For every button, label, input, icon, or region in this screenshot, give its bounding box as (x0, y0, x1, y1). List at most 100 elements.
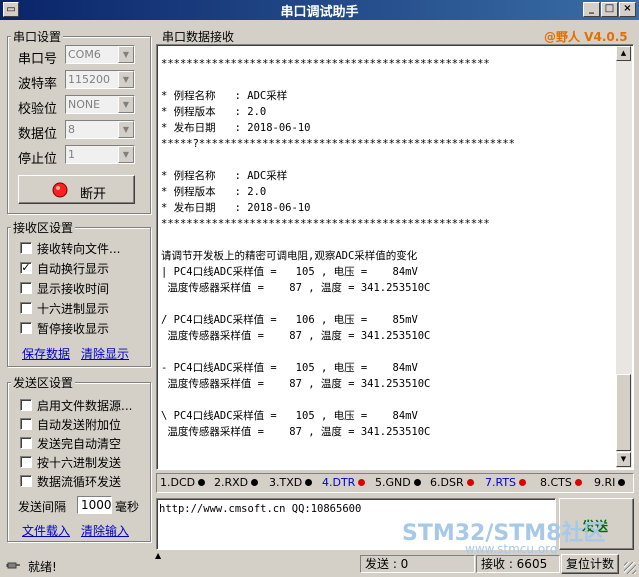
signal-dot-icon (519, 479, 527, 486)
title-bar[interactable]: ▭ 串口调试助手 _ □ × (0, 0, 639, 20)
receive-line: 温度传感器采样值 = 87 , 温度 = 341.253510C (161, 378, 431, 390)
receive-line: * 发布日期 : 2018-06-10 (161, 202, 311, 214)
receive-line: 温度传感器采样值 = 87 , 温度 = 341.253510C (161, 282, 431, 294)
watermark-url: www.stmcu.org (465, 542, 558, 556)
receive-scrollbar[interactable]: ▲ ▼ (616, 46, 632, 468)
clear-display-link[interactable]: 清除显示 (81, 345, 129, 362)
disconnect-label: 断开 (80, 187, 107, 202)
signal-label: 4.DTR (322, 476, 356, 489)
auto-clear-label: 发送完自动清空 (37, 437, 122, 451)
signal-dot-icon (413, 479, 421, 486)
receive-line: * 发布日期 : 2018-06-10 (161, 122, 311, 134)
loop-send-checkbox[interactable] (20, 475, 32, 487)
receive-line: 温度传感器采样值 = 87 , 温度 = 341.253510C (161, 330, 431, 342)
scroll-down-icon[interactable]: ▼ (616, 452, 631, 467)
signal-dot-icon (574, 479, 582, 486)
signal-label: 5.GND (375, 476, 411, 489)
receive-text-area[interactable]: ****************************************… (156, 44, 634, 470)
port-select[interactable]: COM6 ▼ (65, 45, 135, 64)
pause-display-label: 暂停接收显示 (37, 322, 110, 336)
received-count: 接收 : 6605 (476, 555, 560, 573)
receive-line: / PC4口线ADC采样值 = 106 , 电压 = 85mV (161, 314, 418, 326)
parity-label: 校验位 (18, 102, 58, 117)
stop-bits-label: 停止位 (18, 152, 58, 167)
receive-line: 请调节开发板上的精密可调电阻,观察ADC采样值的变化 (161, 250, 418, 262)
close-button[interactable]: × (619, 2, 636, 17)
pause-display-checkbox[interactable] (20, 322, 32, 334)
receive-to-file-checkbox[interactable] (20, 242, 32, 254)
receive-line: *****?**********************************… (161, 138, 516, 150)
clear-input-link[interactable]: 清除输入 (81, 522, 129, 539)
hex-display-checkbox[interactable] (20, 302, 32, 314)
send-text: http://www.cmsoft.cn QQ:10865600 (159, 503, 362, 515)
parity-select[interactable]: NONE ▼ (65, 95, 135, 114)
chevron-down-icon[interactable]: ▼ (118, 71, 134, 88)
signal-label: 9.RI (594, 476, 616, 489)
chevron-down-icon[interactable]: ▼ (118, 46, 134, 63)
signal-3-txd: 3.TXD (269, 476, 313, 489)
port-open-indicator-icon (52, 182, 68, 198)
receive-line: * 例程名称 : ADC采样 (161, 170, 288, 182)
signal-dot-icon (358, 479, 366, 486)
baud-select[interactable]: 115200 ▼ (65, 70, 135, 89)
send-interval-label: 发送间隔 (18, 500, 67, 514)
maximize-button[interactable]: □ (601, 2, 618, 17)
receive-line: \ PC4口线ADC采样值 = 105 , 电压 = 84mV (161, 410, 418, 422)
hex-send-label: 按十六进制发送 (37, 456, 122, 470)
auto-append-checkbox[interactable] (20, 418, 32, 430)
scroll-up-icon[interactable]: ▲ (616, 46, 631, 61)
signal-1-dcd: 1.DCD (160, 476, 206, 489)
data-bits-label: 数据位 (18, 127, 58, 142)
signal-2-rxd: 2.RXD (214, 476, 259, 489)
serial-settings-label: 串口设置 (11, 28, 64, 45)
window-title: 串口调试助手 (280, 5, 359, 20)
auto-wrap-label: 自动换行显示 (37, 262, 110, 276)
file-source-checkbox[interactable] (20, 399, 32, 411)
port-label: 串口号 (18, 52, 58, 67)
signal-label: 1.DCD (160, 476, 196, 489)
signal-label: 7.RTS (485, 476, 517, 489)
auto-clear-checkbox[interactable] (20, 437, 32, 449)
loop-send-label: 数据流循环发送 (37, 475, 122, 489)
receive-line: 温度传感器采样值 = 87 , 温度 = 341.253510C (161, 426, 431, 438)
hex-send-checkbox[interactable] (20, 456, 32, 468)
receive-line: * 例程名称 : ADC采样 (161, 90, 288, 102)
brand-label: @野人 V4.0.5 (544, 30, 628, 44)
receive-line: * 例程版本 : 2.0 (161, 186, 267, 198)
signal-6-dsr: 6.DSR (430, 476, 474, 489)
chevron-down-icon[interactable]: ▼ (118, 146, 134, 163)
show-receive-time-checkbox[interactable] (20, 282, 32, 294)
receive-to-file-label: 接收转向文件... (37, 242, 121, 256)
data-bits-select[interactable]: 8 ▼ (65, 120, 135, 139)
load-file-link[interactable]: 文件载入 (22, 522, 70, 539)
resize-grip-icon[interactable] (624, 562, 636, 574)
signal-label: 2.RXD (214, 476, 249, 489)
signal-4-dtr: 4.DTR (322, 476, 366, 489)
signal-dot-icon (305, 479, 313, 486)
save-data-link[interactable]: 保存数据 (22, 345, 70, 362)
signal-7-rts: 7.RTS (485, 476, 527, 489)
show-receive-time-label: 显示接收时间 (37, 282, 110, 296)
signal-5-gnd: 5.GND (375, 476, 421, 489)
receive-line: - PC4口线ADC采样值 = 105 , 电压 = 84mV (161, 362, 418, 374)
reset-count-button[interactable]: 复位计数 (561, 554, 619, 574)
signal-dot-icon (618, 479, 626, 486)
stop-bits-select[interactable]: 1 ▼ (65, 145, 135, 164)
signal-dot-icon (466, 479, 474, 486)
chevron-down-icon[interactable]: ▼ (118, 121, 134, 138)
send-interval-input[interactable]: 1000 (77, 496, 112, 514)
splitter-arrow-icon[interactable]: ▲ (155, 551, 161, 560)
scroll-thumb[interactable] (616, 374, 631, 451)
disconnect-button[interactable]: 断开 (18, 175, 135, 204)
file-source-label: 启用文件数据源... (37, 399, 133, 413)
signal-label: 3.TXD (269, 476, 303, 489)
receive-area-label: 串口数据接收 (162, 30, 235, 44)
chevron-down-icon[interactable]: ▼ (118, 96, 134, 113)
receive-settings-label: 接收区设置 (11, 219, 76, 236)
receive-line: * 例程版本 : 2.0 (161, 106, 267, 118)
receive-line: ****************************************… (161, 218, 490, 230)
auto-wrap-checkbox[interactable]: ✓ (20, 262, 32, 274)
minimize-button[interactable]: _ (583, 2, 600, 17)
sent-count: 发送 : 0 (360, 555, 475, 573)
baud-label: 波特率 (18, 77, 58, 92)
